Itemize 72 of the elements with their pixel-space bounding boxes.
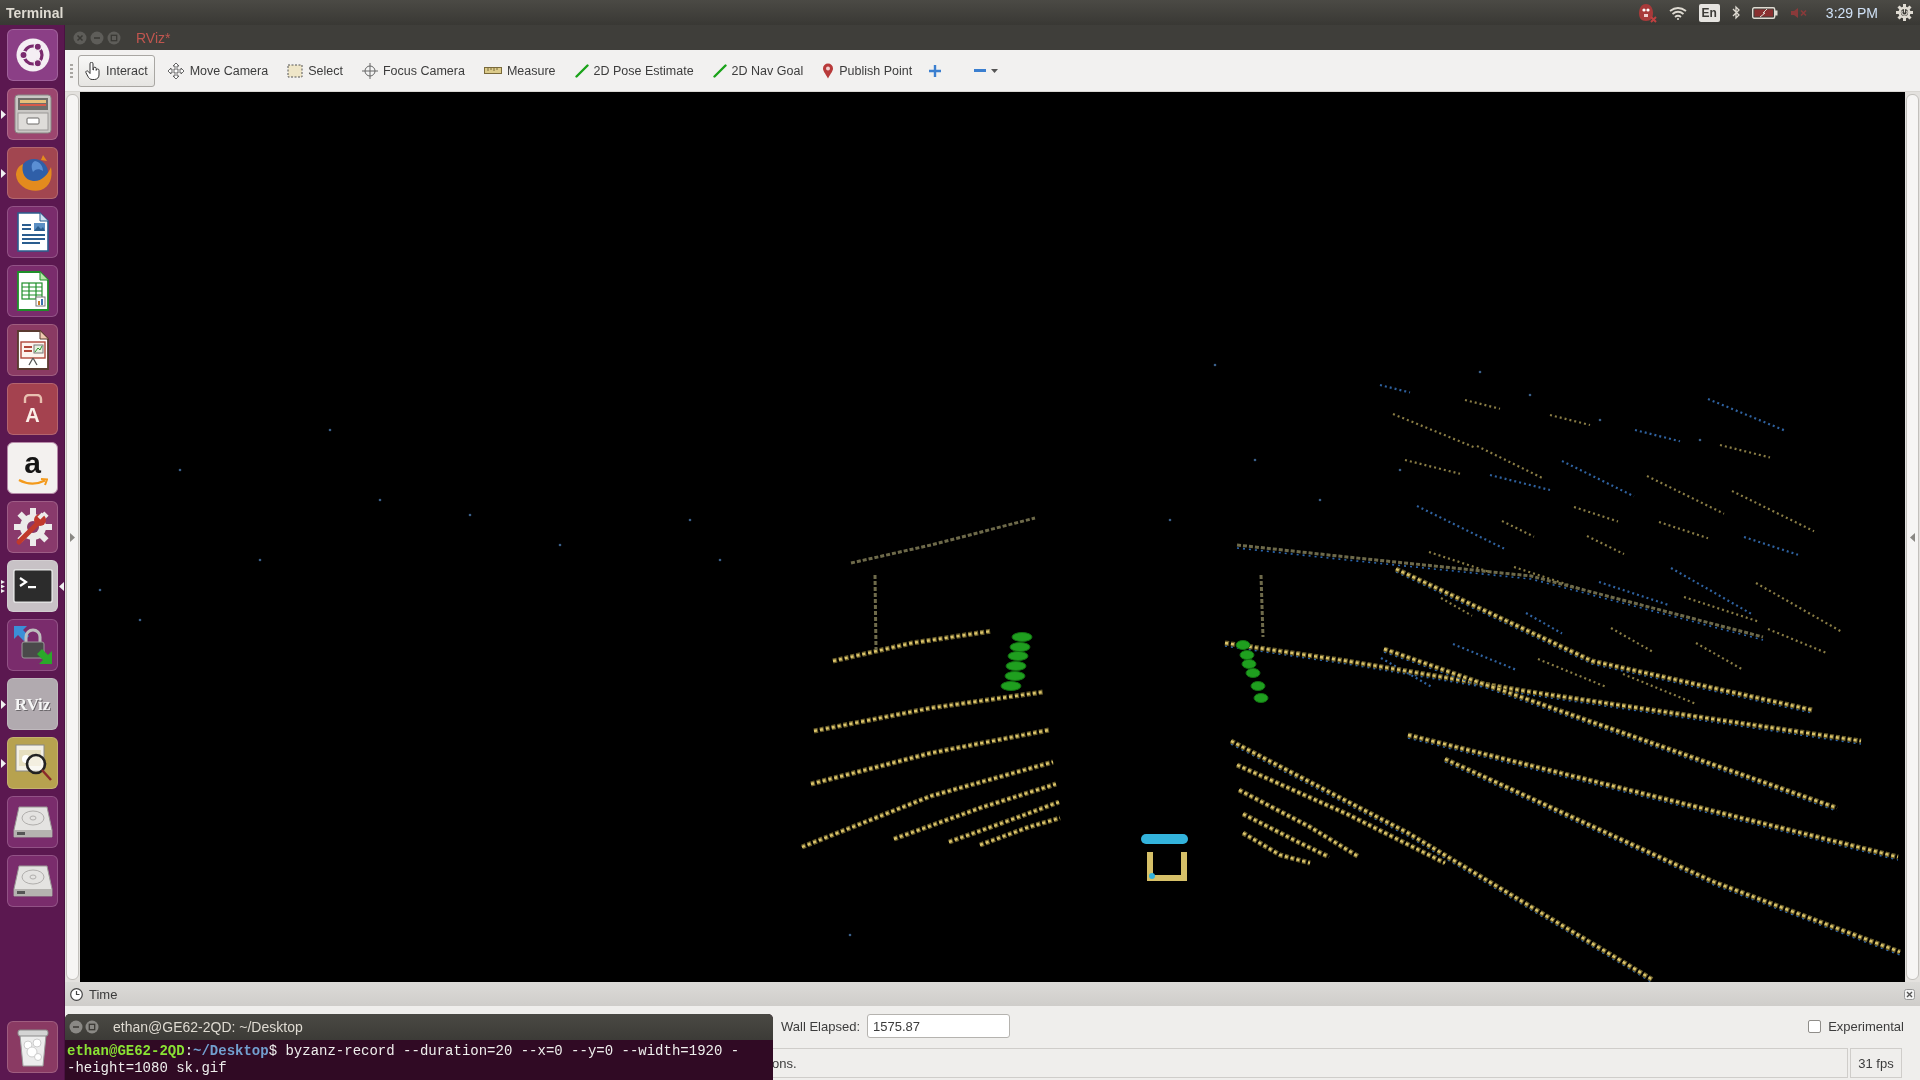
close-icon[interactable] <box>1904 988 1915 1000</box>
tool-button[interactable]: 2D Pose Estimate <box>567 54 701 87</box>
clock-icon <box>70 987 83 1001</box>
presentation-icon <box>16 330 49 370</box>
caret-icon <box>991 68 999 73</box>
hand-pointer-icon <box>85 61 101 80</box>
terminal-line: -height=1080 sk.gif <box>67 1060 228 1077</box>
fps-counter: 31 fps <box>1850 1048 1902 1078</box>
launcher-button[interactable] <box>7 324 58 376</box>
wall-elapsed-field[interactable]: 1575.87 <box>867 1014 1010 1038</box>
add-icon <box>929 64 942 77</box>
bag-handle-icon <box>22 393 43 403</box>
obstacle-marker <box>1235 640 1269 703</box>
minus-icon <box>974 69 987 72</box>
tool-button[interactable]: Publish Point <box>815 54 920 87</box>
expand-arrow-icon[interactable] <box>1910 532 1915 542</box>
window-title: ethan@GE62-2QD: ~/Desktop <box>113 1019 303 1035</box>
diagonal-line-icon <box>574 63 589 78</box>
hard-drive-icon <box>12 865 53 897</box>
window-title: RViz* <box>136 29 171 46</box>
move-arrows-icon <box>166 61 185 80</box>
tool-button[interactable]: Measure <box>476 54 563 87</box>
robot-marker <box>1141 834 1188 881</box>
launcher-button[interactable] <box>7 29 58 81</box>
diagonal-line-icon <box>712 63 727 78</box>
maximize-icon[interactable] <box>85 1020 99 1034</box>
launcher-button[interactable] <box>7 1021 58 1073</box>
terminal-prompt-icon <box>12 569 53 603</box>
magnifier-icon <box>12 744 53 782</box>
ubuntu-logo-icon <box>15 38 50 72</box>
launcher-button[interactable] <box>7 796 58 848</box>
checkbox[interactable] <box>1808 1019 1822 1033</box>
launcher-button[interactable] <box>7 206 58 258</box>
spreadsheet-icon <box>16 271 49 311</box>
launcher-button[interactable] <box>7 737 58 789</box>
tool-button[interactable]: Focus Camera <box>354 54 472 87</box>
text-document-icon <box>16 212 49 252</box>
blob-cross-icon[interactable] <box>1636 2 1657 23</box>
map-pin-icon <box>822 62 835 79</box>
keyboard-layout-indicator[interactable]: En <box>1698 3 1720 22</box>
bluetooth-icon[interactable] <box>1731 5 1740 20</box>
clock[interactable]: 3:29 PM <box>1825 4 1878 21</box>
battery-icon[interactable] <box>1751 6 1778 19</box>
launcher-button[interactable] <box>7 265 58 317</box>
ruler-icon <box>483 67 502 74</box>
checkbox-label[interactable]: Experimental <box>1828 1018 1904 1034</box>
obstacle-marker <box>1000 632 1033 691</box>
active-app-name: Terminal <box>6 4 64 21</box>
launcher-button[interactable]: a <box>7 442 58 494</box>
expand-arrow-icon[interactable] <box>70 532 75 542</box>
tool-button[interactable]: Interact <box>78 54 155 87</box>
trash-can-icon <box>15 1027 50 1067</box>
panel-title: Time <box>89 986 118 1002</box>
launcher-button[interactable] <box>7 855 58 907</box>
crosshair-icon <box>361 62 378 79</box>
tool-button[interactable]: 2D Nav Goal <box>705 54 811 87</box>
launcher-button[interactable]: A <box>7 383 58 435</box>
hard-drive-icon <box>12 806 53 838</box>
minimize-icon[interactable] <box>69 1020 83 1034</box>
gear-wrench-icon <box>12 507 53 547</box>
gear-icon[interactable] <box>1896 4 1913 21</box>
launcher-button[interactable] <box>7 560 58 612</box>
tool-button[interactable]: Move Camera <box>159 54 276 87</box>
tool-button[interactable]: Select <box>280 54 350 87</box>
wall-elapsed-label: Wall Elapsed: <box>781 1018 860 1034</box>
toolbar-grip-icon[interactable] <box>70 63 73 78</box>
smile-arrow-icon <box>17 478 48 486</box>
file-cabinet-icon <box>13 94 52 134</box>
wifi-icon[interactable] <box>1668 5 1687 20</box>
padlock-icon <box>12 625 53 665</box>
dashed-rectangle-icon <box>287 63 304 78</box>
launcher-button[interactable] <box>7 501 58 553</box>
